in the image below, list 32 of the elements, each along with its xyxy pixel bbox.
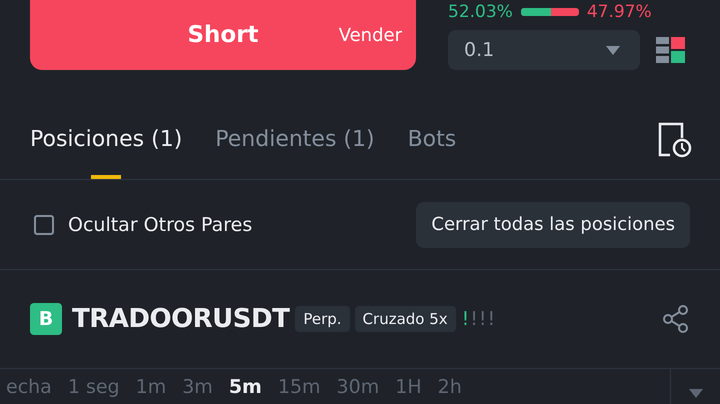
caret-icon[interactable] bbox=[688, 389, 702, 398]
caret-icon bbox=[606, 46, 620, 54]
timeframe-tab[interactable]: 3m bbox=[176, 376, 219, 398]
timeframe-tab[interactable]: 1m bbox=[130, 376, 172, 398]
timeframe-tab[interactable]: 2h bbox=[432, 376, 468, 398]
tag: Cruzado 5x bbox=[354, 306, 456, 332]
share-icon[interactable] bbox=[662, 305, 690, 333]
ratio-bar bbox=[520, 8, 579, 16]
close-all-button[interactable]: Cerrar todas las posiciones bbox=[416, 202, 690, 248]
amount-dropdown[interactable]: 0.1 bbox=[448, 30, 640, 70]
timeframe-tab[interactable]: 1H bbox=[389, 376, 428, 398]
short-percentage: 47.97% bbox=[586, 2, 652, 22]
positions-tab[interactable]: Posiciones (1) bbox=[30, 100, 182, 179]
risk-mark: ! bbox=[470, 308, 478, 330]
timeframe-tab[interactable]: 1 seg bbox=[62, 376, 126, 398]
short-button[interactable]: Short Vender bbox=[30, 0, 416, 70]
history-icon[interactable] bbox=[658, 122, 692, 158]
timeframe-tab[interactable]: echa bbox=[0, 376, 58, 398]
tag: Perp. bbox=[295, 306, 350, 332]
timeframe-tab[interactable]: 5m bbox=[222, 376, 268, 398]
side-badge: B bbox=[30, 303, 62, 335]
hide-pairs-checkbox[interactable]: Ocultar Otros Pares bbox=[34, 214, 252, 236]
risk-mark: ! bbox=[488, 308, 496, 330]
timeframe-tab[interactable]: 30m bbox=[330, 376, 386, 398]
order-book-layout-icon[interactable] bbox=[656, 35, 686, 65]
symbol-label: TRADOORUSDT bbox=[72, 304, 290, 334]
positions-tab[interactable]: Bots bbox=[408, 100, 456, 179]
timeframe-tab[interactable]: 15m bbox=[272, 376, 327, 398]
risk-mark: ! bbox=[478, 308, 487, 330]
positions-tab[interactable]: Pendientes (1) bbox=[215, 100, 375, 179]
long-percentage: 52.03% bbox=[448, 2, 513, 22]
risk-mark: ! bbox=[462, 308, 470, 330]
